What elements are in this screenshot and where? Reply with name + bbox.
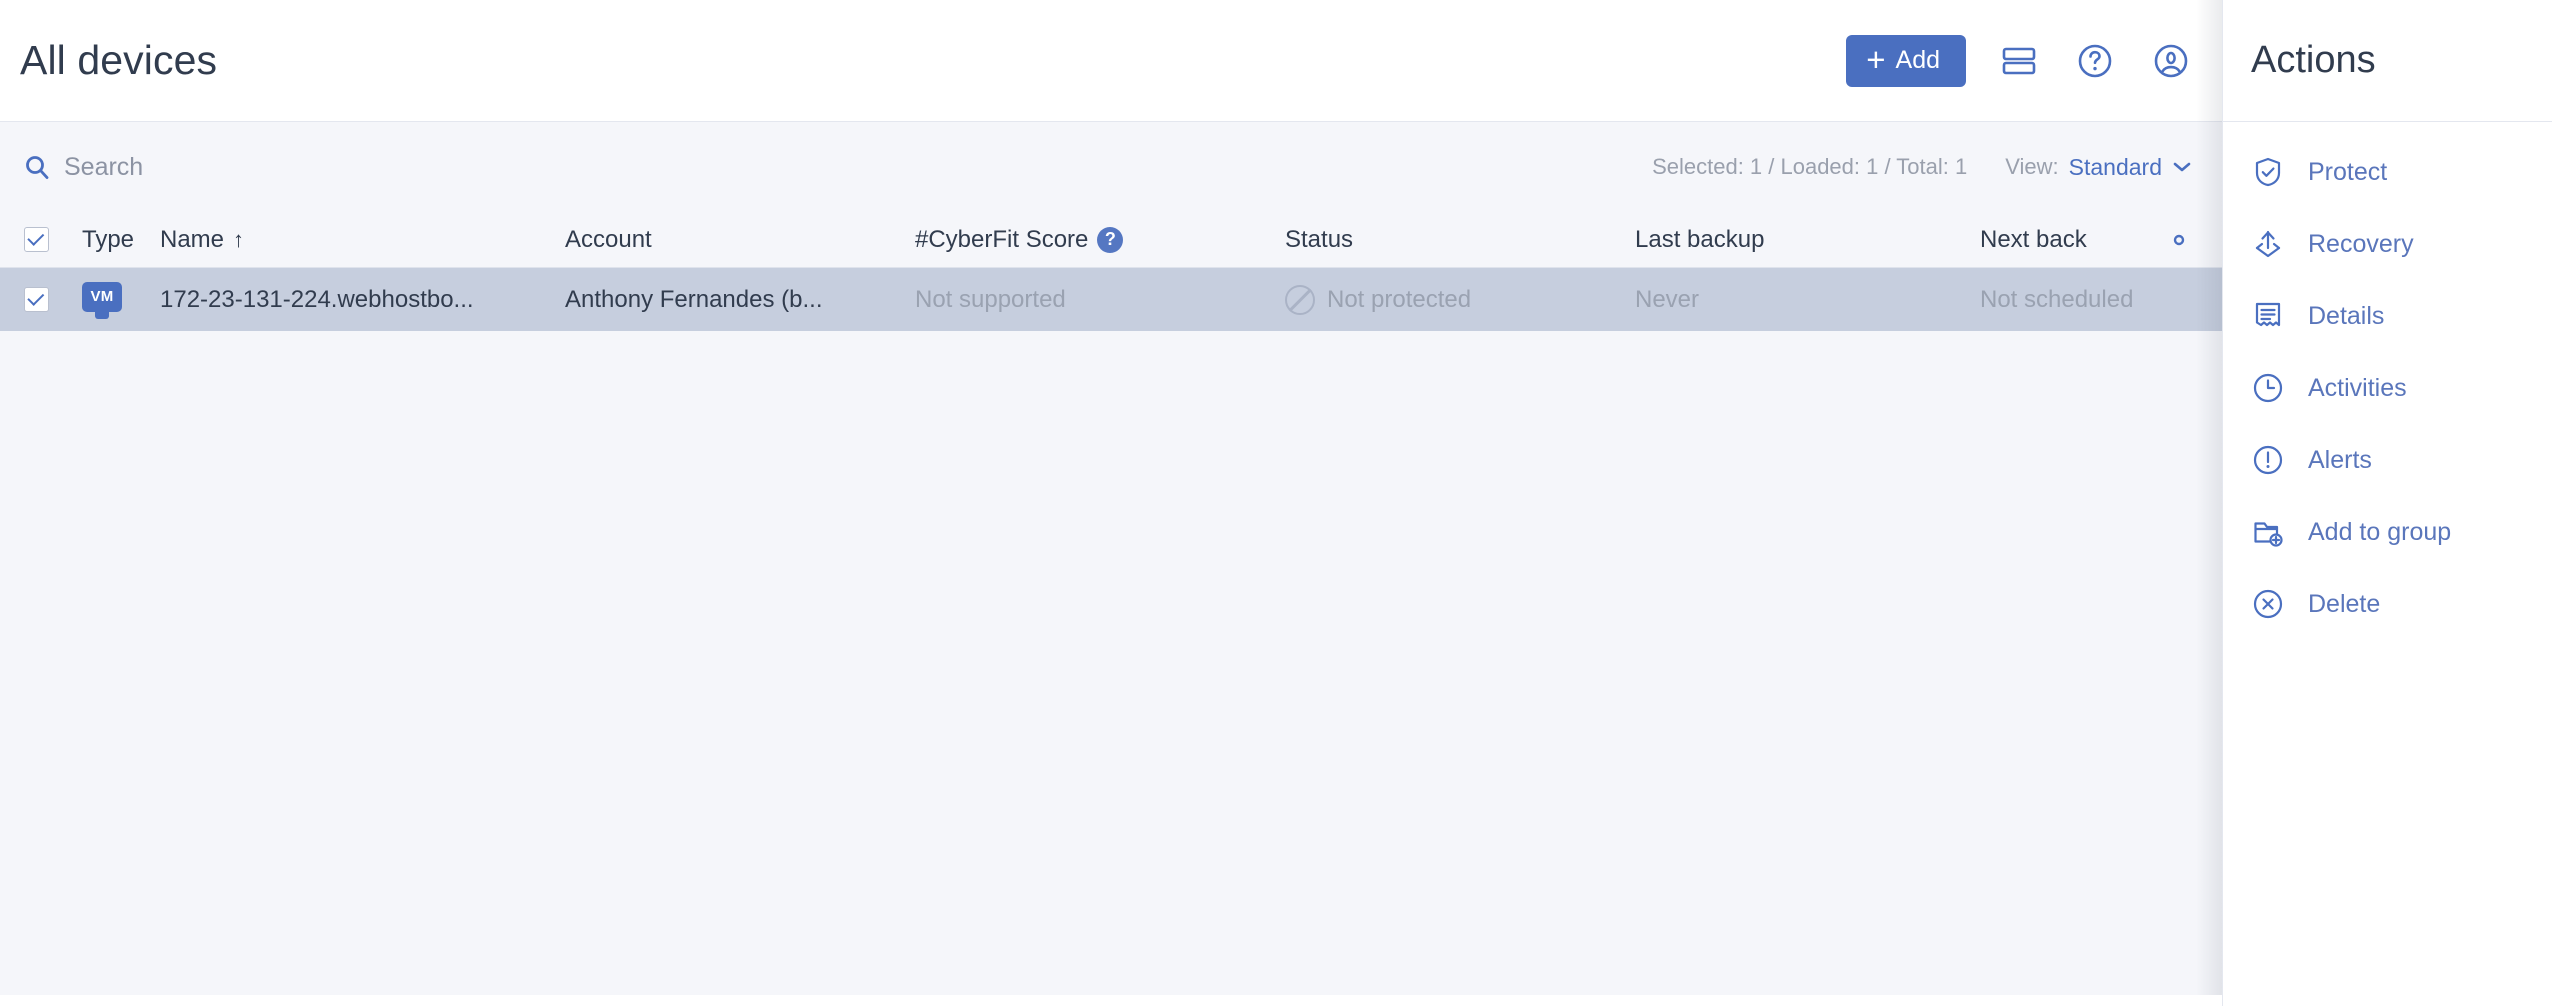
row-next-backup-cell: Not scheduled	[1980, 286, 2170, 314]
gear-icon[interactable]	[2164, 225, 2194, 255]
add-button-label: Add	[1896, 46, 1940, 75]
app-root: All devices + Add	[0, 0, 2552, 1006]
row-type-cell: VM	[82, 280, 160, 320]
view-selector[interactable]: View: Standard	[2005, 154, 2192, 181]
column-label-type: Type	[82, 226, 134, 254]
arrow-up-icon: ↑	[233, 227, 244, 253]
column-header-name[interactable]: Name ↑	[160, 226, 565, 254]
action-label-details: Details	[2308, 302, 2384, 331]
action-item-protect[interactable]: Protect	[2223, 136, 2552, 208]
action-item-details[interactable]: Details	[2223, 280, 2552, 352]
document-details-icon	[2251, 299, 2285, 333]
selection-counts: Selected: 1 / Loaded: 1 / Total: 1	[1652, 154, 1967, 180]
action-item-activities[interactable]: Activities	[2223, 352, 2552, 424]
close-circle-icon	[2251, 587, 2285, 621]
actions-panel-header: Actions	[2223, 0, 2552, 122]
account-circle-icon[interactable]	[2148, 38, 2194, 84]
column-header-account[interactable]: Account	[565, 226, 915, 254]
row-account-cell: Anthony Fernandes (b...	[565, 286, 915, 314]
page-title: All devices	[20, 40, 217, 81]
table-toolbar: Search Selected: 1 / Loaded: 1 / Total: …	[0, 122, 2222, 212]
column-label-status: Status	[1285, 226, 1353, 254]
table-header-row: Type Name ↑ Account #CyberFit Score ? St…	[0, 212, 2222, 268]
search-input[interactable]: Search	[24, 153, 143, 182]
action-label-add-to-group: Add to group	[2308, 518, 2451, 547]
column-header-type[interactable]: Type	[82, 226, 160, 254]
action-label-recovery: Recovery	[2308, 230, 2414, 259]
column-label-cyberfit-score: #CyberFit Score	[915, 226, 1088, 254]
clock-icon	[2251, 371, 2285, 405]
column-header-last-backup[interactable]: Last backup	[1635, 226, 1980, 254]
vm-icon-label: VM	[82, 282, 122, 312]
action-label-delete: Delete	[2308, 590, 2380, 619]
action-label-alerts: Alerts	[2308, 446, 2372, 475]
column-header-cyberfit-score[interactable]: #CyberFit Score ?	[915, 226, 1285, 254]
help-badge-icon[interactable]: ?	[1097, 227, 1123, 253]
action-item-alerts[interactable]: Alerts	[2223, 424, 2552, 496]
row-checkbox-cell	[24, 287, 82, 312]
devices-table: Type Name ↑ Account #CyberFit Score ? St…	[0, 212, 2222, 995]
select-all-checkbox-cell	[24, 227, 82, 252]
page-header: All devices + Add	[0, 0, 2222, 122]
shield-check-icon	[2251, 155, 2285, 189]
actions-list: Protect Recovery	[2223, 122, 2552, 640]
actions-panel: Actions Protect	[2222, 0, 2552, 1006]
alert-circle-icon	[2251, 443, 2285, 477]
column-label-next-backup: Next back	[1980, 226, 2087, 254]
row-status-cell: Not protected	[1285, 285, 1635, 315]
action-label-activities: Activities	[2308, 374, 2407, 403]
view-value[interactable]: Standard	[2069, 154, 2162, 181]
table-body: VM 172-23-131-224.webhostbo... Anthony F…	[0, 268, 2222, 995]
vm-icon: VM	[82, 280, 122, 320]
split-view-icon[interactable]	[1996, 38, 2042, 84]
row-name-cell[interactable]: 172-23-131-224.webhostbo...	[160, 286, 565, 314]
column-label-account: Account	[565, 226, 652, 254]
folder-plus-icon	[2251, 515, 2285, 549]
search-icon	[24, 154, 50, 180]
recovery-arrow-icon	[2251, 227, 2285, 261]
column-header-status[interactable]: Status	[1285, 226, 1635, 254]
action-label-protect: Protect	[2308, 158, 2387, 187]
action-item-delete[interactable]: Delete	[2223, 568, 2552, 640]
row-cyberfit-score-cell: Not supported	[915, 286, 1285, 314]
plus-icon: +	[1866, 43, 1885, 76]
table-row[interactable]: VM 172-23-131-224.webhostbo... Anthony F…	[0, 268, 2222, 331]
actions-panel-title: Actions	[2251, 39, 2376, 82]
row-status-label: Not protected	[1327, 286, 1471, 314]
action-item-recovery[interactable]: Recovery	[2223, 208, 2552, 280]
header-actions: + Add	[1846, 35, 2194, 87]
column-label-last-backup: Last backup	[1635, 226, 1764, 254]
help-circle-icon[interactable]	[2072, 38, 2118, 84]
column-header-next-backup[interactable]: Next back	[1980, 226, 2170, 254]
select-all-checkbox[interactable]	[24, 227, 49, 252]
row-last-backup-cell: Never	[1635, 286, 1980, 314]
view-label: View:	[2005, 154, 2058, 180]
column-label-name: Name	[160, 226, 224, 254]
search-placeholder: Search	[64, 153, 143, 182]
action-item-add-to-group[interactable]: Add to group	[2223, 496, 2552, 568]
add-button[interactable]: + Add	[1846, 35, 1966, 87]
chevron-down-icon[interactable]	[2172, 160, 2192, 174]
no-entry-icon	[1285, 285, 1315, 315]
vm-icon-stand	[95, 310, 109, 319]
main-content-region: All devices + Add	[0, 0, 2222, 995]
row-checkbox[interactable]	[24, 287, 49, 312]
